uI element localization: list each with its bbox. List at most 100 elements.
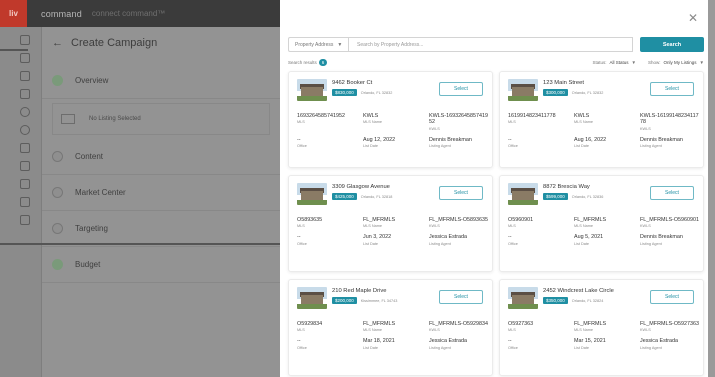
contacts-icon[interactable] xyxy=(20,53,30,63)
settings-icon[interactable] xyxy=(20,125,30,135)
office-label: Office xyxy=(297,241,307,246)
globe-icon[interactable] xyxy=(20,107,30,117)
search-type-select[interactable]: Property Address ▼ xyxy=(288,37,348,52)
office-label: Office xyxy=(508,241,518,246)
mls-name-label: MLS Name xyxy=(363,328,382,333)
select-listing-button[interactable]: Select xyxy=(650,290,694,304)
listing-thumbnail-icon xyxy=(61,114,75,124)
mls-name-label: MLS Name xyxy=(363,224,382,229)
listing-agent-label: Listing Agent xyxy=(640,144,662,149)
kwls-label: KWLS xyxy=(429,126,440,131)
show-filter[interactable]: Show: Only My Listings ▼ xyxy=(648,60,704,65)
listing-agent-label: Listing Agent xyxy=(429,345,451,350)
mls-name-value: FL_MFRMLS xyxy=(574,217,607,223)
list-date-label: List Date xyxy=(363,345,378,350)
mls-id-value: O5960901 xyxy=(508,217,534,223)
listing-photo xyxy=(508,79,538,101)
step-budget[interactable]: Budget xyxy=(42,247,280,283)
office-value: -- xyxy=(508,338,512,345)
listing-photo xyxy=(297,183,327,205)
listing-card: 123 Main Street $300,000 Orlando, FL 328… xyxy=(499,71,704,168)
listing-grid: 9462 Booker Ct $830,000 Orlando, FL 3283… xyxy=(288,71,704,376)
listing-agent-value: Jessica Estrada xyxy=(640,338,679,345)
list-date-value: Jun 3, 2022 xyxy=(363,234,392,241)
mls-name-label: MLS Name xyxy=(363,120,382,125)
kwls-id-value: FL_MFRMLS-O5929834 xyxy=(429,321,489,327)
list-date-value: Aug 12, 2022 xyxy=(363,136,396,143)
office-label: Office xyxy=(297,345,307,350)
mls-name-value: KWLS xyxy=(363,113,379,119)
kwls-label: KWLS xyxy=(640,126,651,131)
listing-card: 3309 Glasgow Avenue $425,000 Orlando, FL… xyxy=(288,175,493,272)
chart-icon[interactable] xyxy=(20,161,30,171)
step-status-icon xyxy=(52,259,63,270)
step-content[interactable]: Content xyxy=(42,139,280,175)
list-icon[interactable] xyxy=(20,71,30,81)
app-logo[interactable]: liv xyxy=(0,0,27,27)
documents-icon[interactable] xyxy=(20,89,30,99)
mls-id-label: MLS xyxy=(297,120,305,125)
status-filter-label: Status: xyxy=(592,60,607,65)
select-listing-button[interactable]: Select xyxy=(439,290,483,304)
select-listing-button[interactable]: Select xyxy=(650,186,694,200)
listing-agent-value: Dennis Breakman xyxy=(640,136,683,143)
listing-price-badge: $830,000 xyxy=(332,89,357,96)
step-status-icon xyxy=(52,151,63,162)
office-value: -- xyxy=(297,338,301,345)
brand-name: command xyxy=(41,8,82,19)
top-bar: liv command connect command™ xyxy=(0,0,280,27)
results-toolbar: Search results 6 Status: All Status ▼ Sh… xyxy=(288,58,704,67)
kwls-id-value: FL_MFRMLS-O5893635 xyxy=(429,217,489,223)
search-input[interactable]: Search by Property Address... xyxy=(348,37,633,52)
listing-price-badge: $200,000 xyxy=(332,297,357,304)
status-filter[interactable]: Status: All Status ▼ xyxy=(593,60,637,65)
kwls-id-value: KWLS-1619914823411778 xyxy=(640,113,699,126)
listing-card: 9462 Booker Ct $830,000 Orlando, FL 3283… xyxy=(288,71,493,168)
list-date-label: List Date xyxy=(363,144,378,149)
step-label: Budget xyxy=(75,260,101,269)
close-icon[interactable]: ✕ xyxy=(686,11,700,25)
status-filter-value: All Status xyxy=(609,60,629,65)
calendar-icon[interactable] xyxy=(20,197,30,207)
mls-id-value: O5927363 xyxy=(508,321,534,327)
listing-card: 2452 Windcrest Lake Circle $350,000 Orla… xyxy=(499,279,704,376)
select-listing-button[interactable]: Select xyxy=(650,82,694,96)
step-label: Overview xyxy=(75,76,109,85)
listing-card: 210 Red Maple Drive $200,000 Kissimmee, … xyxy=(288,279,493,376)
mls-id-value: O5893635 xyxy=(297,217,323,223)
select-listing-button[interactable]: Select xyxy=(439,82,483,96)
listing-agent-label: Listing Agent xyxy=(640,345,662,350)
mls-id-value: 1693264585741952 xyxy=(297,113,345,119)
mls-name-label: MLS Name xyxy=(574,120,593,125)
office-value: -- xyxy=(297,234,301,241)
listing-city: Orlando, FL 32832 xyxy=(360,90,393,95)
mls-name-label: MLS Name xyxy=(574,224,593,229)
listing-agent-value: Dennis Breakman xyxy=(640,234,683,241)
listing-agent-label: Listing Agent xyxy=(429,144,451,149)
megaphone-icon[interactable] xyxy=(20,143,30,153)
listing-photo xyxy=(508,287,538,309)
results-label: Search results xyxy=(288,60,317,65)
search-button[interactable]: Search xyxy=(640,37,704,52)
list-date-value: Mar 15, 2021 xyxy=(574,338,606,345)
step-overview[interactable]: Overview xyxy=(42,63,280,99)
listing-selector[interactable]: No Listing Selected xyxy=(52,103,270,135)
step-market-center[interactable]: Market Center xyxy=(42,175,280,211)
mls-id-label: MLS xyxy=(508,328,516,333)
edit-icon[interactable] xyxy=(20,179,30,189)
results-count-badge: 6 xyxy=(318,59,328,66)
list-date-value: Aug 5, 2021 xyxy=(574,234,604,241)
step-label: Content xyxy=(75,152,104,161)
listing-city: Orlando, FL 32832 xyxy=(571,90,604,95)
step-status-icon xyxy=(52,223,63,234)
create-campaign-panel: ← Create Campaign Overview No Listing Se… xyxy=(42,27,280,377)
select-listing-button[interactable]: Select xyxy=(439,186,483,200)
home-icon[interactable] xyxy=(20,35,30,45)
list-date-label: List Date xyxy=(363,241,378,246)
mls-id-label: MLS xyxy=(508,224,516,229)
list-date-label: List Date xyxy=(574,241,589,246)
back-arrow-icon[interactable]: ← xyxy=(52,37,63,49)
folder-icon[interactable] xyxy=(20,215,30,225)
step-targeting[interactable]: Targeting xyxy=(42,211,280,247)
listing-agent-label: Listing Agent xyxy=(640,241,662,246)
